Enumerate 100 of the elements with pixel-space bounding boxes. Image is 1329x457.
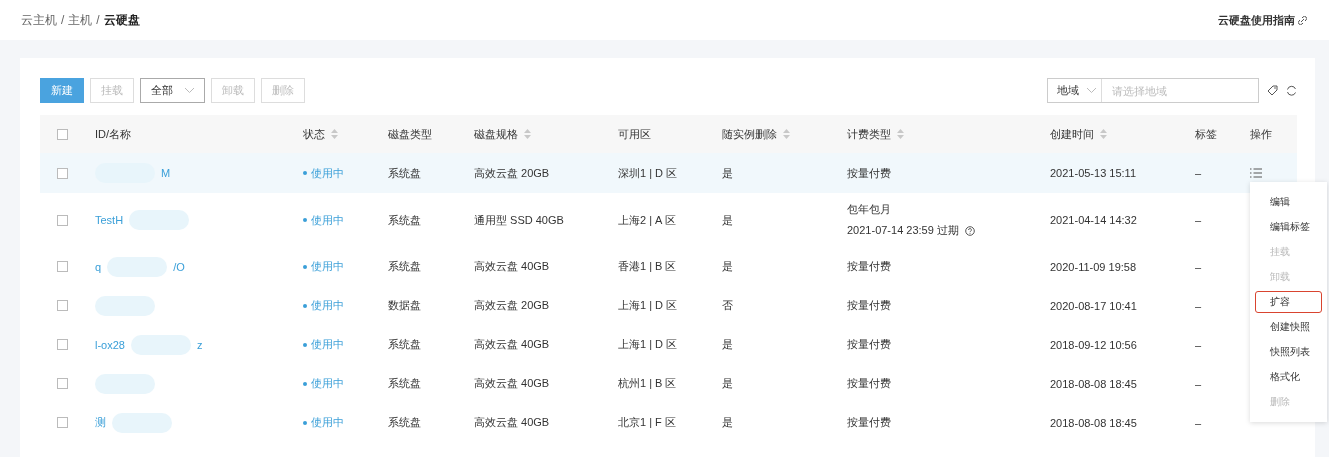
table-cell: 系统盘: [388, 415, 421, 430]
checkbox[interactable]: [57, 261, 68, 272]
table-cell: 2020-11-09 19:58: [1050, 260, 1137, 273]
sort-icon[interactable]: [783, 129, 790, 139]
table-cell: 是: [722, 259, 733, 274]
table-cell: 2018-09-12 10:56: [1050, 338, 1137, 351]
table-cell: –: [1195, 167, 1202, 179]
table-cell: 系统盘: [388, 259, 421, 274]
table-cell: 高效云盘 40GB: [474, 376, 550, 391]
checkbox[interactable]: [57, 339, 68, 350]
disk-name-link[interactable]: /O: [173, 260, 185, 273]
sort-icon[interactable]: [897, 129, 904, 139]
table-cell: 按量付费: [847, 337, 891, 352]
table-cell-text: 包年包月: [847, 202, 892, 217]
table-cell: 系统盘: [388, 165, 421, 181]
filter-select[interactable]: 全部: [140, 78, 205, 103]
status-text: 使用中: [303, 376, 344, 391]
help-icon[interactable]: [964, 225, 975, 236]
list-menu-icon[interactable]: [1250, 168, 1262, 178]
table-cell: –: [1195, 260, 1202, 273]
table-cell: 北京1 | F 区: [618, 415, 676, 430]
status-text: 使用中: [303, 259, 344, 274]
chevron-down-icon: [1087, 88, 1096, 93]
menu-item[interactable]: 编辑标签: [1255, 216, 1322, 238]
breadcrumb-separator: /: [96, 13, 100, 27]
column-header: 磁盘类型: [388, 126, 432, 142]
table-cell: 杭州1 | B 区: [618, 376, 677, 391]
region-search-field[interactable]: 地域 请选择地域: [1047, 78, 1259, 103]
table-cell: 高效云盘 40GB: [474, 337, 550, 352]
tag-icon[interactable]: [1267, 85, 1278, 96]
guide-link[interactable]: 云硬盘使用指南: [1218, 12, 1307, 28]
table-cell: 上海1 | D 区: [618, 298, 678, 313]
column-header: 标签: [1195, 126, 1217, 142]
disk-name-link[interactable]: z: [196, 338, 203, 351]
table-cell: 高效云盘 40GB: [474, 259, 550, 274]
table-cell: 是: [722, 337, 733, 352]
checkbox[interactable]: [57, 214, 68, 226]
sort-icon[interactable]: [524, 129, 531, 139]
menu-item[interactable]: 创建快照: [1255, 316, 1322, 338]
table-cell: 2018-08-08 18:45: [1050, 377, 1137, 390]
breadcrumb-item: 云硬盘: [103, 11, 140, 29]
checkbox[interactable]: [57, 417, 68, 428]
table-cell: 按量付费: [847, 415, 891, 430]
column-header: 创建时间: [1050, 126, 1094, 142]
table-cell: 否: [722, 298, 733, 313]
table-cell: 是: [722, 165, 733, 181]
disk-name-link[interactable]: M: [161, 167, 171, 179]
table-cell: 2021-05-13 15:11: [1050, 167, 1137, 179]
column-header: 操作: [1250, 126, 1272, 142]
column-header: 磁盘规格: [474, 126, 518, 142]
table-cell: 香港1 | B 区: [618, 259, 677, 274]
table-cell: 数据盘: [388, 298, 421, 313]
disk-name-link[interactable]: TestH: [95, 214, 124, 226]
status-text: 使用中: [303, 415, 344, 430]
menu-item[interactable]: 编辑: [1255, 191, 1322, 213]
table-cell: –: [1195, 214, 1202, 226]
chevron-down-icon: [185, 88, 194, 93]
table-cell: 2020-08-17 10:41: [1050, 299, 1137, 312]
table-cell: 通用型 SSD 40GB: [474, 212, 564, 228]
menu-item[interactable]: 格式化: [1255, 366, 1322, 388]
table-cell: 按量付费: [847, 259, 891, 274]
table-cell: –: [1195, 416, 1202, 429]
column-header: 状态: [303, 126, 325, 142]
column-header: 可用区: [618, 126, 651, 142]
table-cell: –: [1195, 377, 1202, 390]
breadcrumb-item[interactable]: 云主机: [21, 11, 57, 29]
link-icon: [1298, 15, 1307, 25]
status-text: 使用中: [303, 337, 344, 352]
checkbox[interactable]: [57, 167, 68, 179]
table-cell: 按量付费: [847, 165, 891, 181]
breadcrumb-item[interactable]: 主机: [68, 11, 93, 29]
table-cell: 深圳1 | D 区: [618, 165, 678, 181]
table-cell: 系统盘: [388, 376, 421, 391]
checkbox[interactable]: [57, 128, 68, 140]
status-text: 使用中: [303, 212, 344, 228]
table-cell: 高效云盘 20GB: [474, 165, 550, 181]
table-cell: 系统盘: [388, 337, 421, 352]
table-cell: 高效云盘 40GB: [474, 415, 550, 430]
checkbox[interactable]: [57, 378, 68, 389]
table-cell: 上海2 | A 区: [618, 212, 676, 228]
table-cell: 系统盘: [388, 212, 421, 228]
table-cell: 按量付费: [847, 298, 891, 313]
sort-icon[interactable]: [1100, 129, 1107, 139]
column-header: 随实例删除: [722, 126, 777, 142]
checkbox[interactable]: [57, 300, 68, 311]
menu-item[interactable]: 扩容: [1255, 291, 1322, 313]
refresh-icon[interactable]: [1286, 85, 1297, 96]
menu-item[interactable]: 快照列表: [1255, 341, 1322, 363]
expiry-text: 2021-07-14 23:59 过期: [847, 223, 959, 238]
table-cell: 2021-04-14 14:32: [1050, 214, 1137, 226]
table-cell: 高效云盘 20GB: [474, 298, 550, 313]
table-cell: 是: [722, 212, 733, 228]
sort-icon[interactable]: [331, 129, 338, 139]
table-cell: –: [1195, 299, 1202, 312]
disk-name-link[interactable]: l-ox28: [95, 338, 125, 351]
status-text: 使用中: [303, 298, 344, 313]
column-header: ID/名称: [95, 126, 132, 142]
disk-name-link[interactable]: 测: [95, 415, 106, 430]
disk-name-link[interactable]: q: [95, 260, 102, 273]
toolbar-button[interactable]: 新建: [40, 78, 84, 103]
